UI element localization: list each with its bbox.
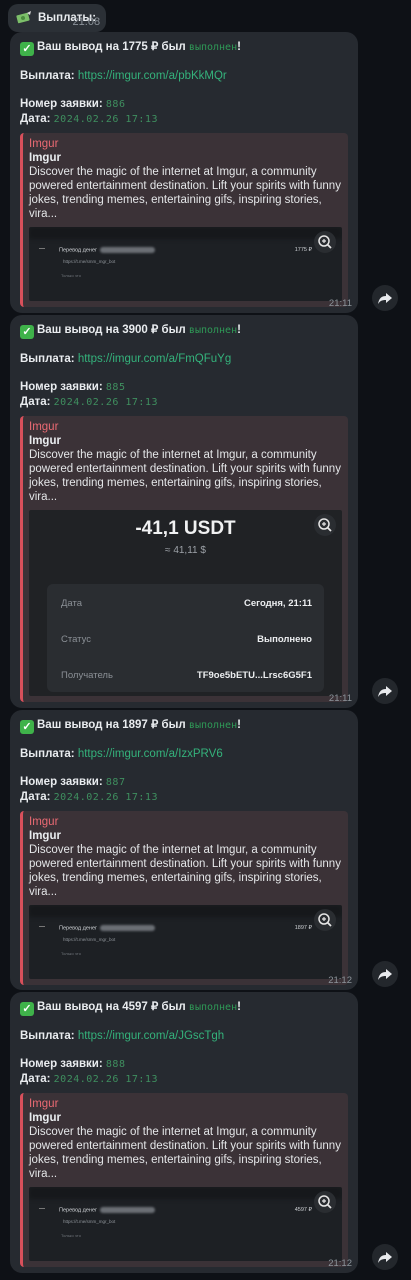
check-icon: ✓: [20, 1002, 34, 1016]
message-time: 21:11: [328, 298, 352, 309]
preview-site: Imgur: [29, 1098, 59, 1110]
request-line: Номер заявки: 886: [20, 98, 126, 110]
status-word: выполнен: [188, 325, 238, 336]
link-preview[interactable]: Imgur Imgur Discover the magic of the in…: [20, 811, 348, 985]
zoom-icon[interactable]: [314, 909, 336, 931]
detail-row-date: Дата Сегодня, 21:11: [61, 598, 312, 609]
message-headline: ✓ Ваш вывод на 4597 ₽ был выполнен!: [20, 1000, 348, 1016]
payout-line: Выплата: https://imgur.com/a/FmQFuYg: [20, 353, 232, 365]
preview-title: Imgur: [29, 152, 61, 164]
payout-link[interactable]: https://imgur.com/a/IzxPRV6: [78, 748, 223, 760]
preview-site: Imgur: [29, 421, 59, 433]
date-value: 2024.02.26 17:13: [53, 792, 158, 803]
status-word: выполнен: [188, 42, 238, 53]
zoom-icon[interactable]: [314, 1191, 336, 1213]
message-bubble[interactable]: ✓ Ваш вывод на 3900 ₽ был выполнен! Выпла…: [10, 315, 358, 708]
date-line: Дата: 2024.02.26 17:13: [20, 113, 158, 125]
message-bubble[interactable]: ✓ Ваш вывод на 1897 ₽ был выполнен! Выпла…: [10, 710, 358, 990]
preview-site: Imgur: [29, 816, 59, 828]
share-icon: [378, 686, 392, 697]
chat-header-chip[interactable]: Выплаты: 21:08: [8, 4, 107, 32]
request-line: Номер заявки: 887: [20, 776, 126, 788]
date-value: 2024.02.26 17:13: [53, 1074, 158, 1085]
share-button[interactable]: [372, 678, 398, 704]
message-time: 21:11: [328, 693, 352, 704]
check-icon: ✓: [20, 720, 34, 734]
date-value: 2024.02.26 17:13: [53, 114, 158, 125]
preview-title: Imgur: [29, 830, 61, 842]
tx-amount: 1897 ₽: [294, 925, 312, 931]
share-button[interactable]: [372, 285, 398, 311]
message-time: 21:12: [328, 1258, 352, 1269]
check-icon: ✓: [20, 42, 34, 56]
usd-equivalent: ≈ 41,11 $: [165, 545, 206, 556]
detail-row-status: Статус Выполнено: [61, 634, 312, 645]
date-line: Дата: 2024.02.26 17:13: [20, 791, 158, 803]
payout-line: Выплата: https://imgur.com/a/JGscTgh: [20, 1030, 225, 1042]
request-number: 887: [105, 777, 126, 788]
tx-small: Только что: [61, 951, 81, 956]
preview-title: Imgur: [29, 435, 61, 447]
request-number: 885: [105, 382, 126, 393]
date-line: Дата: 2024.02.26 17:13: [20, 396, 158, 408]
preview-description: Discover the magic of the internet at Im…: [29, 1126, 341, 1180]
detail-row-recipient: Получатель TF9oe5bETU...Lrsc6G5F1: [61, 670, 312, 681]
link-preview[interactable]: Imgur Imgur Discover the magic of the in…: [20, 133, 348, 307]
message-headline: ✓ Ваш вывод на 1775 ₽ был выполнен!: [20, 40, 348, 56]
status-word: выполнен: [188, 1002, 238, 1013]
request-line: Номер заявки: 885: [20, 381, 126, 393]
zoom-icon[interactable]: [314, 514, 336, 536]
preview-image[interactable]: -41,1 USDT ≈ 41,11 $ Дата Сегодня, 21:11…: [29, 510, 342, 696]
link-preview[interactable]: Imgur Imgur Discover the magic of the in…: [20, 1093, 348, 1267]
tx-url: https://t.me/smm_mgr_bot: [63, 937, 116, 942]
money-icon: [16, 11, 32, 25]
tx-url: https://t.me/smm_mgr_bot: [63, 259, 116, 264]
payout-link[interactable]: https://imgur.com/a/pbKkMQr: [78, 70, 227, 82]
share-icon: [378, 293, 392, 304]
share-button[interactable]: [372, 1244, 398, 1270]
payout-link[interactable]: https://imgur.com/a/FmQFuYg: [78, 353, 231, 365]
preview-site: Imgur: [29, 138, 59, 150]
tx-amount: 4597 ₽: [294, 1207, 312, 1213]
request-number: 886: [105, 99, 126, 110]
tx-details-card: Дата Сегодня, 21:11 Статус Выполнено Пол…: [47, 584, 324, 692]
date-value: 2024.02.26 17:13: [53, 397, 158, 408]
share-icon: [378, 969, 392, 980]
message-bubble[interactable]: ✓ Ваш вывод на 1775 ₽ был выполнен! Выпла…: [10, 32, 358, 313]
payout-line: Выплата: https://imgur.com/a/pbKkMQr: [20, 70, 227, 82]
tx-url: https://t.me/smm_mgr_bot: [63, 1219, 116, 1224]
preview-image[interactable]: Перевод денег 1897 ₽ https://t.me/smm_mg…: [29, 905, 342, 979]
preview-title: Imgur: [29, 1112, 61, 1124]
tx-label: Перевод денег: [59, 925, 156, 931]
payout-line: Выплата: https://imgur.com/a/IzxPRV6: [20, 748, 223, 760]
preview-description: Discover the magic of the internet at Im…: [29, 166, 341, 220]
chat-time: 21:08: [72, 16, 101, 28]
preview-image[interactable]: Перевод денег 4597 ₽ https://t.me/smm_mg…: [29, 1187, 342, 1261]
tx-amount: 1775 ₽: [294, 247, 312, 253]
request-number: 888: [105, 1059, 126, 1070]
preview-description: Discover the magic of the internet at Im…: [29, 449, 341, 503]
date-line: Дата: 2024.02.26 17:13: [20, 1073, 158, 1085]
tx-label: Перевод денег: [59, 247, 156, 253]
zoom-icon[interactable]: [314, 231, 336, 253]
tx-small: Только что: [61, 273, 81, 278]
tx-small: Только что: [61, 1233, 81, 1238]
payout-link[interactable]: https://imgur.com/a/JGscTgh: [78, 1030, 224, 1042]
link-preview[interactable]: Imgur Imgur Discover the magic of the in…: [20, 416, 348, 702]
share-button[interactable]: [372, 961, 398, 987]
usdt-amount: -41,1 USDT: [135, 518, 236, 539]
preview-image[interactable]: Перевод денег 1775 ₽ https://t.me/smm_mg…: [29, 227, 342, 301]
preview-description: Discover the magic of the internet at Im…: [29, 844, 341, 898]
share-icon: [378, 1252, 392, 1263]
message-headline: ✓ Ваш вывод на 1897 ₽ был выполнен!: [20, 718, 348, 734]
request-line: Номер заявки: 888: [20, 1058, 126, 1070]
message-headline: ✓ Ваш вывод на 3900 ₽ был выполнен!: [20, 323, 348, 339]
status-word: выполнен: [188, 720, 238, 731]
message-bubble[interactable]: ✓ Ваш вывод на 4597 ₽ был выполнен! Выпла…: [10, 992, 358, 1273]
check-icon: ✓: [20, 325, 34, 339]
message-time: 21:12: [328, 975, 352, 986]
tx-label: Перевод денег: [59, 1207, 156, 1213]
